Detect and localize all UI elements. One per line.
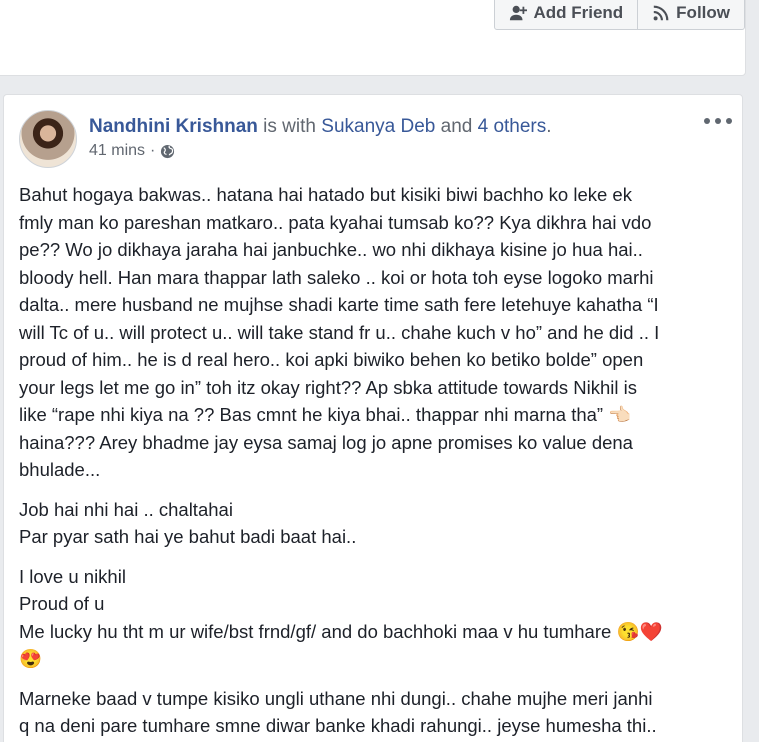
post-text-line: Par pyar sath hai ye bahut badi baat hai…: [19, 526, 357, 547]
post-title-line: Nandhini Krishnan is with Sukanya Deb an…: [89, 114, 552, 140]
post-paragraph: I love u nikhil Proud of u Me lucky hu tht…: [19, 563, 731, 673]
timestamp-link[interactable]: 41 mins: [89, 142, 145, 160]
post-header: Nandhini Krishnan is with Sukanya Deb an…: [19, 110, 552, 168]
separator-dot: ·: [150, 142, 156, 159]
post-text-line: haina??? Arey bhadme jay eysa samaj log …: [19, 431, 633, 453]
post-time-line: 41 mins ·: [89, 142, 552, 160]
more-options-icon[interactable]: [704, 113, 732, 129]
rss-icon: [653, 5, 669, 21]
follow-button[interactable]: Follow: [637, 0, 744, 29]
post-meta: Nandhini Krishnan is with Sukanya Deb an…: [89, 114, 552, 168]
add-friend-label: Add Friend: [533, 3, 624, 22]
others-link[interactable]: 4 others: [478, 116, 547, 137]
author-link[interactable]: Nandhini Krishnan: [89, 116, 258, 137]
post-paragraph: Bahut hogaya bakwas.. hatana hai hatado …: [19, 181, 731, 484]
post-text-line: your legs let me go in” toh itz okay rig…: [19, 376, 637, 398]
globe-icon[interactable]: [160, 144, 175, 159]
post-text-line: like “rape nhi kiya na ?? Bas cmnt he ki…: [19, 404, 632, 425]
post-text-line: pe?? Wo jo dikhaya jaraha hai janbuchke.…: [19, 239, 643, 260]
post-text-line: proud of him.. he is d real hero.. koi a…: [19, 349, 644, 370]
post-text-line: Job hai nhi hai .. chaltahai: [19, 498, 233, 520]
post-text-line: dalta.. mere husband ne mujhse shadi kar…: [19, 294, 659, 315]
post-text-line: Marneke baad v tumpe kisiko ungli uthane…: [19, 687, 653, 709]
post-text-line: fmly man ko pareshan matkaro.. pata kyah…: [19, 211, 652, 233]
post-text-line: Me lucky hu tht m ur wife/bst frnd/gf/ a…: [19, 620, 663, 642]
post-text-line: bhulade...: [19, 459, 101, 480]
post-text-line: 😍: [19, 648, 43, 669]
post-paragraph: Marneke baad v tumpe kisiko ungli uthane…: [19, 685, 731, 740]
follow-label: Follow: [676, 3, 730, 22]
and-text: and: [435, 116, 478, 137]
tagged-user-link[interactable]: Sukanya Deb: [321, 116, 435, 137]
post-text-line: will Tc of u.. will protect u.. will tak…: [19, 321, 660, 343]
with-text: is with: [257, 116, 322, 137]
post-body: Bahut hogaya bakwas.. hatana hai hatado …: [19, 181, 731, 742]
post-card: Nandhini Krishnan is with Sukanya Deb an…: [3, 94, 743, 742]
post-text-line: bloody hell. Han mara thappar lath salek…: [19, 266, 654, 288]
post-text-line: Proud of u: [19, 593, 105, 614]
add-friend-button[interactable]: Add Friend: [495, 0, 637, 29]
post-paragraph: Job hai nhi hai .. chaltahai Par pyar sat…: [19, 496, 731, 551]
profile-actions: Add Friend Follow: [494, 0, 745, 30]
avatar[interactable]: [19, 110, 77, 168]
post-text-line: q na deni pare tumhare smne diwar banke …: [19, 715, 657, 736]
add-friend-icon: [510, 5, 528, 21]
post-text-line: I love u nikhil: [19, 565, 126, 587]
period-text: .: [546, 116, 552, 137]
post-text-line: Bahut hogaya bakwas.. hatana hai hatado …: [19, 184, 632, 205]
